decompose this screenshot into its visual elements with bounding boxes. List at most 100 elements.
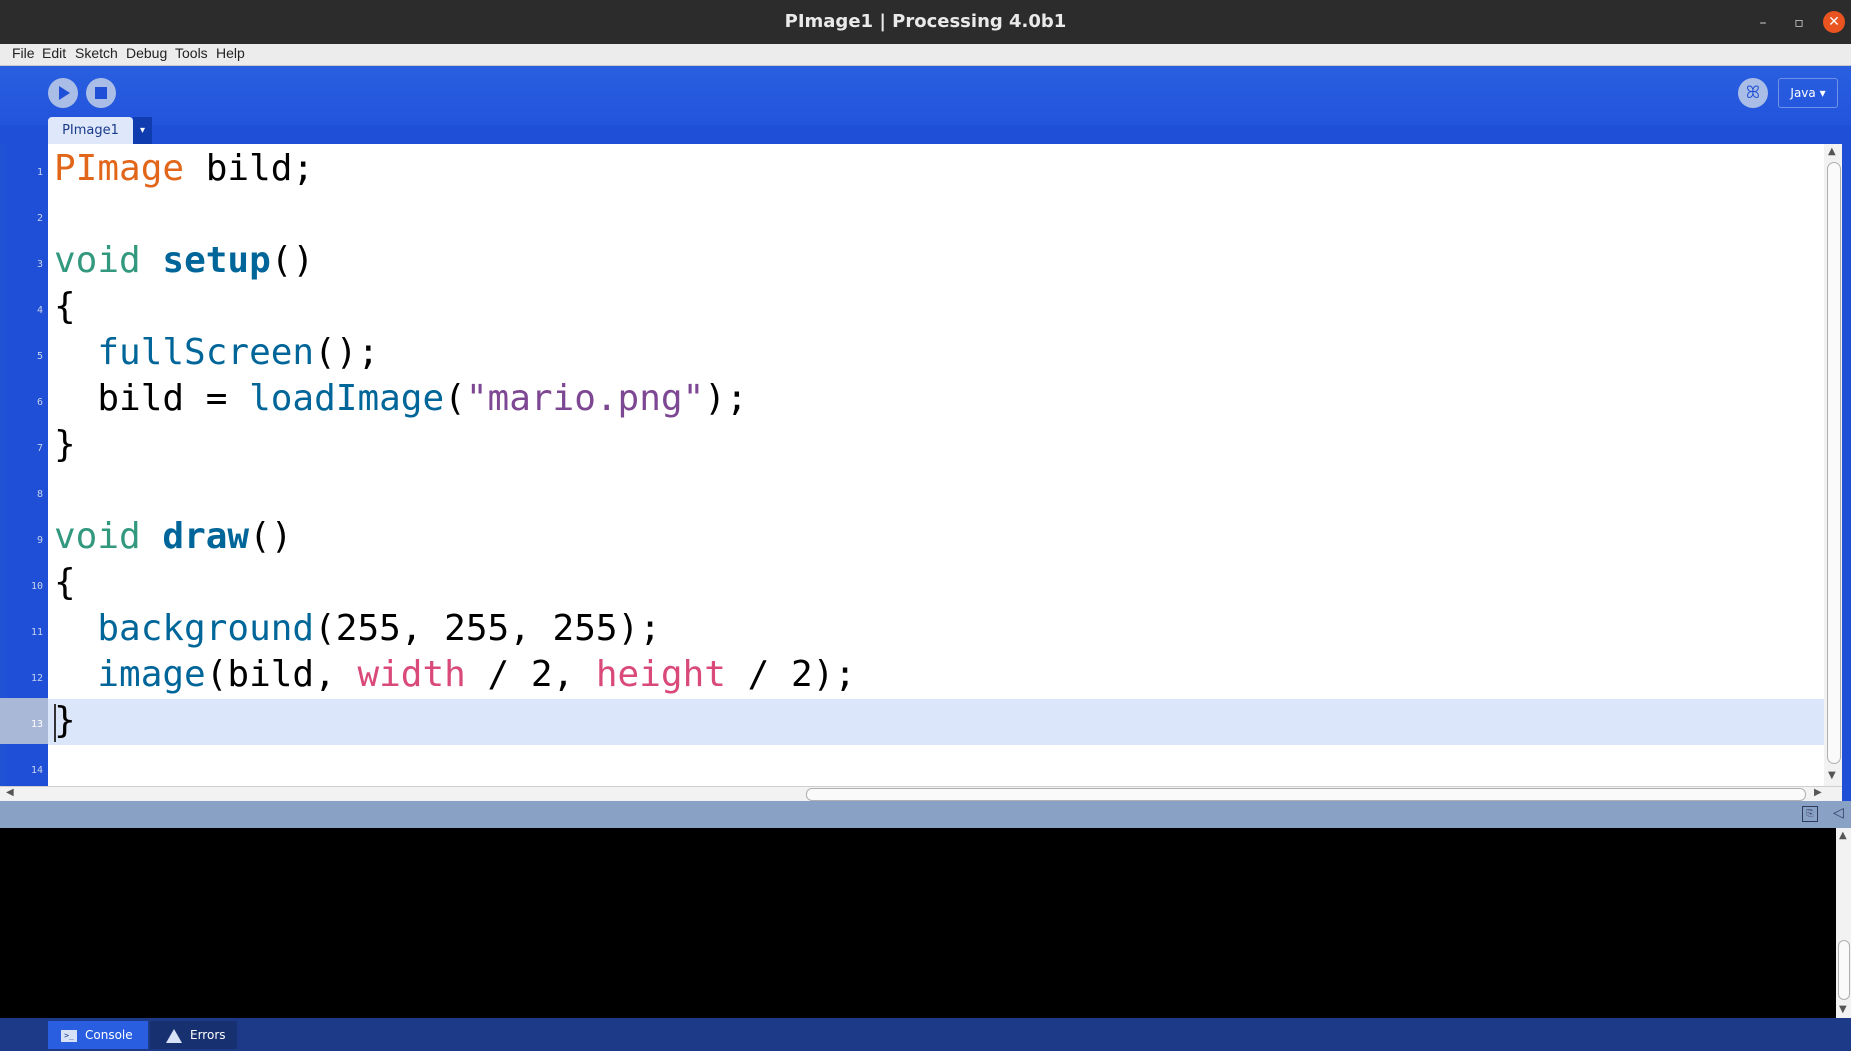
code-token: (bild, bbox=[205, 654, 358, 695]
line-number: 9 bbox=[36, 535, 43, 546]
scroll-left-icon[interactable]: ◀ bbox=[6, 787, 14, 798]
code-token: { bbox=[54, 286, 76, 327]
code-editor[interactable]: PImage bild; void setup(){ fullScreen(); … bbox=[48, 144, 1824, 786]
code-token: / 2); bbox=[725, 654, 856, 695]
window-title: PImage1 | Processing 4.0b1 bbox=[784, 11, 1067, 32]
code-token: void bbox=[54, 240, 141, 281]
menu-bar: File Edit Sketch Debug Tools Help bbox=[0, 44, 1851, 66]
maximize-icon[interactable]: ▫ bbox=[1789, 13, 1809, 33]
code-token: fullScreen bbox=[97, 332, 315, 373]
stop-button[interactable] bbox=[86, 78, 116, 108]
tab-errors[interactable]: Errors bbox=[150, 1021, 237, 1049]
menu-sketch[interactable]: Sketch bbox=[75, 45, 118, 61]
code-token: bild; bbox=[184, 148, 315, 189]
toolbar: ꕤ Java ▾ bbox=[0, 66, 1851, 125]
code-token: } bbox=[54, 700, 76, 741]
run-button[interactable] bbox=[48, 78, 78, 108]
code-token: image bbox=[97, 654, 206, 695]
code-token: background bbox=[97, 608, 315, 649]
code-line: PImage bild; bbox=[54, 146, 314, 192]
code-line: void setup() bbox=[54, 238, 314, 284]
menu-debug[interactable]: Debug bbox=[126, 45, 167, 61]
line-number: 12 bbox=[30, 673, 43, 684]
title-bar: PImage1 | Processing 4.0b1 – ▫ ✕ bbox=[0, 0, 1851, 44]
line-number: 8 bbox=[36, 489, 43, 500]
menu-help[interactable]: Help bbox=[216, 45, 245, 61]
scrollbar-thumb[interactable] bbox=[1838, 940, 1850, 1000]
code-token: void bbox=[54, 516, 141, 557]
menu-edit[interactable]: Edit bbox=[42, 45, 66, 61]
tab-console-label: Console bbox=[85, 1028, 133, 1042]
code-token: () bbox=[270, 240, 315, 281]
scroll-up-icon[interactable]: ▲ bbox=[1828, 146, 1836, 157]
line-number: 1 bbox=[36, 167, 43, 178]
line-number: 5 bbox=[36, 351, 43, 362]
scroll-down-icon[interactable]: ▼ bbox=[1828, 770, 1836, 781]
code-line: bild = loadImage("mario.png"); bbox=[54, 376, 748, 422]
line-number: 14 bbox=[30, 765, 43, 776]
tab-menu-arrow-icon[interactable]: ▾ bbox=[133, 117, 152, 144]
code-line: } bbox=[54, 698, 76, 744]
line-number: 11 bbox=[30, 627, 43, 638]
code-token: PImage bbox=[54, 148, 185, 189]
code-token: setup bbox=[162, 240, 271, 281]
editor-horizontal-scrollbar[interactable]: ◀ ▶ bbox=[0, 786, 1842, 802]
code-token: ); bbox=[704, 378, 748, 419]
current-line-highlight bbox=[48, 699, 1824, 745]
scroll-down-icon[interactable]: ▼ bbox=[1839, 1004, 1847, 1015]
tab-console[interactable]: >_ Console bbox=[48, 1021, 148, 1049]
code-line: background(255, 255, 255); bbox=[54, 606, 661, 652]
code-line: fullScreen(); bbox=[54, 330, 379, 376]
processing-window: PImage1 | Processing 4.0b1 – ▫ ✕ File Ed… bbox=[0, 0, 1851, 1051]
terminal-icon: >_ bbox=[61, 1029, 77, 1042]
code-token: bild = bbox=[54, 378, 250, 419]
scroll-right-icon[interactable]: ▶ bbox=[1814, 787, 1822, 798]
code-line: image(bild, width / 2, height / 2); bbox=[54, 652, 856, 698]
copy-icon[interactable]: ⎘ bbox=[1802, 806, 1818, 822]
stop-icon bbox=[95, 87, 107, 99]
editor-vertical-scrollbar[interactable]: ▲ ▼ bbox=[1824, 144, 1842, 786]
code-line: { bbox=[54, 560, 76, 606]
console-scrollbar[interactable]: ▲ ▼ bbox=[1836, 828, 1851, 1018]
menu-file[interactable]: File bbox=[12, 45, 35, 61]
mode-selector[interactable]: Java ▾ bbox=[1778, 78, 1838, 108]
scroll-up-icon[interactable]: ▲ bbox=[1839, 830, 1847, 841]
scrollbar-thumb[interactable] bbox=[1827, 162, 1841, 764]
code-token: loadImage bbox=[249, 378, 445, 419]
tab-errors-label: Errors bbox=[190, 1028, 226, 1042]
code-token: width bbox=[357, 654, 466, 695]
collapse-icon[interactable]: ◁ bbox=[1833, 805, 1844, 821]
tab-pimage1[interactable]: PImage1 bbox=[48, 117, 133, 144]
code-token: height bbox=[595, 654, 726, 695]
code-line: void draw() bbox=[54, 514, 292, 560]
console-output[interactable] bbox=[0, 828, 1836, 1018]
line-number: 4 bbox=[36, 305, 43, 316]
menu-tools[interactable]: Tools bbox=[175, 45, 208, 61]
code-token: "mario.png" bbox=[465, 378, 705, 419]
code-token: (); bbox=[314, 332, 380, 373]
line-number: 6 bbox=[36, 397, 43, 408]
close-icon[interactable]: ✕ bbox=[1823, 11, 1845, 33]
code-line: } bbox=[54, 422, 76, 468]
console-header: ⎘ ◁ bbox=[0, 801, 1851, 828]
code-token: { bbox=[54, 562, 76, 603]
footer-bar: >_ Console Errors bbox=[0, 1018, 1851, 1051]
code-token: } bbox=[54, 424, 76, 465]
line-number-gutter: 1 2 3 4 5 6 7 8 9 10 11 12 13 14 bbox=[0, 144, 48, 789]
minimize-icon[interactable]: – bbox=[1753, 13, 1773, 33]
debugger-icon[interactable]: ꕤ bbox=[1738, 78, 1768, 108]
code-token: (255, 255, 255); bbox=[314, 608, 661, 649]
line-number: 13 bbox=[0, 698, 48, 744]
scrollbar-thumb[interactable] bbox=[806, 788, 1806, 801]
code-line: { bbox=[54, 284, 76, 330]
line-number: 2 bbox=[36, 213, 43, 224]
line-number: 3 bbox=[36, 259, 43, 270]
code-token: draw bbox=[162, 516, 250, 557]
warning-icon bbox=[166, 1028, 182, 1043]
play-icon bbox=[59, 86, 70, 100]
code-token: ( bbox=[444, 378, 466, 419]
